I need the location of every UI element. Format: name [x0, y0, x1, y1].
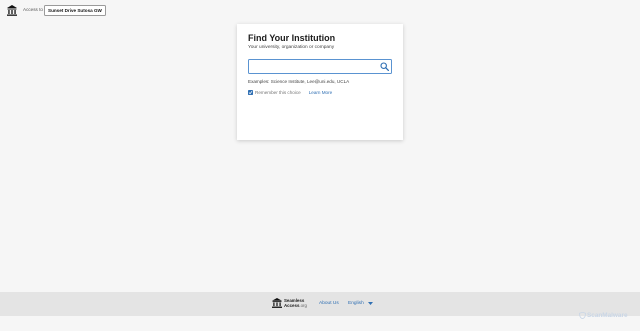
watermark: ScanMalware	[579, 312, 628, 319]
logo-org: .org	[299, 302, 307, 308]
logo-line-2: Access.org	[284, 302, 307, 309]
learn-more-link[interactable]: Learn More	[309, 90, 333, 95]
checkmark-icon	[248, 91, 253, 95]
search-input[interactable]	[249, 60, 383, 73]
remember-label: Remember this choice	[255, 90, 301, 95]
shield-icon	[579, 312, 586, 319]
logo-access: Access	[284, 302, 300, 308]
remember-choice-row: Remember this choice Learn More	[248, 89, 332, 96]
page-subtitle: Your university, organization or company	[248, 45, 335, 50]
language-select[interactable]: English	[348, 301, 373, 306]
access-label: Access to	[23, 7, 43, 12]
page-title: Find Your Institution	[248, 33, 336, 43]
find-institution-card: Find Your Institution Your university, o…	[237, 24, 403, 140]
chevron-down-icon	[367, 302, 373, 305]
language-label: English	[348, 301, 364, 306]
remember-checkbox[interactable]	[248, 90, 253, 95]
top-bar: Access to Sunset Drive Sutosa GW	[0, 0, 640, 22]
service-provider-name: Sunset Drive Sutosa GW	[44, 5, 106, 16]
watermark-text: ScanMalware	[587, 312, 628, 319]
seamless-access-logo[interactable]: Seamless Access.org	[284, 298, 307, 309]
about-us-link[interactable]: About Us	[319, 301, 339, 306]
search-icon[interactable]	[380, 62, 389, 71]
institution-icon	[7, 5, 17, 16]
seamless-access-logo-icon	[272, 298, 282, 308]
footer: Seamless Access.org About Us English	[0, 292, 640, 316]
search-examples: Examples: Science Institute, Lee@uni.edu…	[248, 79, 350, 84]
search-field	[248, 59, 392, 74]
